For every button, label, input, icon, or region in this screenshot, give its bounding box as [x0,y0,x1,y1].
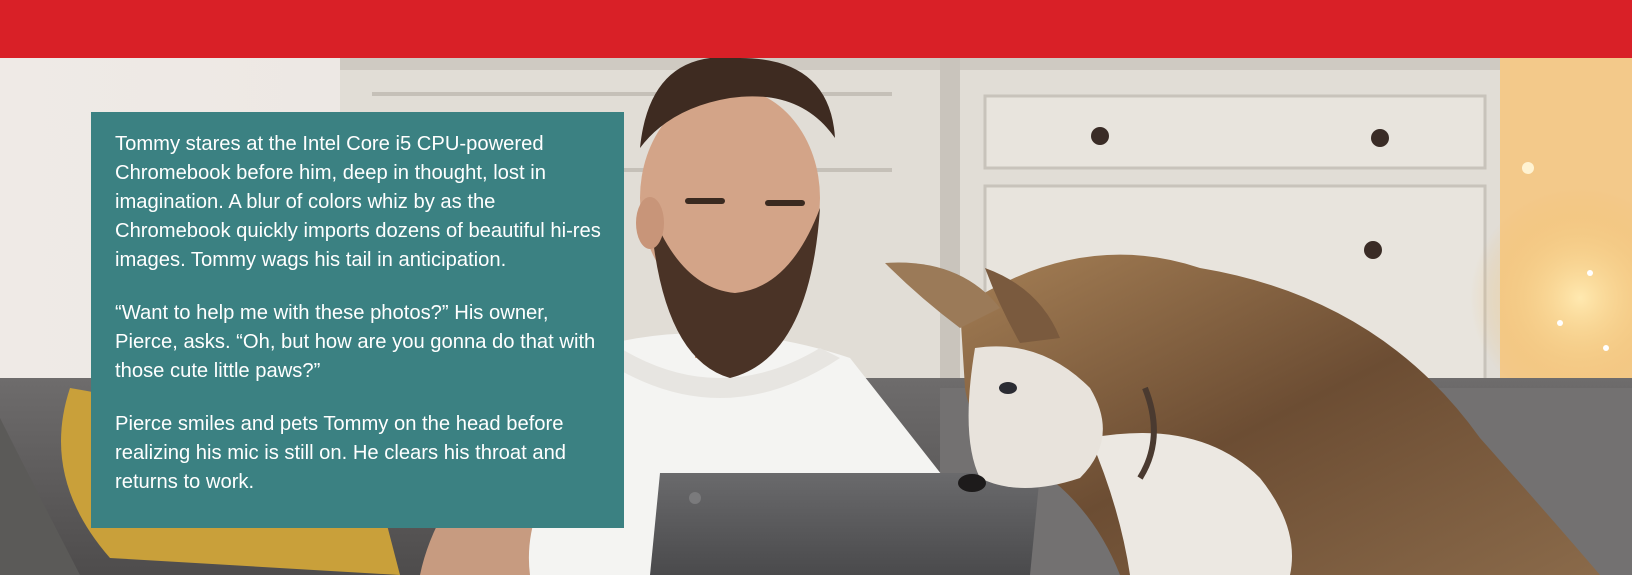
caption-paragraph-3: Pierce smiles and pets Tommy on the head… [115,413,567,493]
caption-paragraph-2: “Want to help me with these photos?” His… [115,302,596,382]
story-caption-box: Tommy stares at the Intel Core i5 CPU-po… [91,112,624,528]
page: Tommy stares at the Intel Core i5 CPU-po… [0,0,1632,575]
caption-paragraph-1: Tommy stares at the Intel Core i5 CPU-po… [115,133,601,271]
top-red-banner [0,0,1632,58]
